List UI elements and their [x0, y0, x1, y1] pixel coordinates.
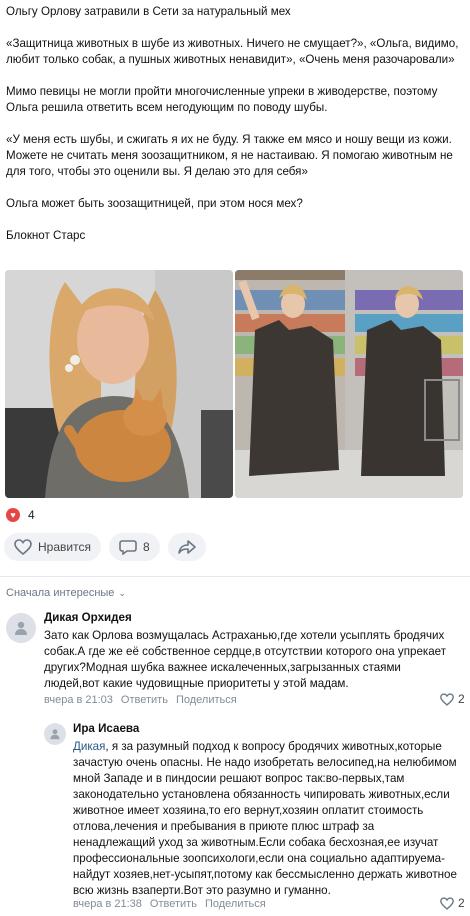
heart-outline-icon [440, 896, 454, 910]
avatar[interactable] [6, 613, 36, 643]
like-button[interactable]: Нравится [4, 533, 101, 561]
heart-outline-icon [440, 692, 454, 706]
comment: Ира Исаева Дикая, я за разумный подход к… [73, 721, 459, 899]
comment-meta: вчера в 21:03 Ответить Поделиться [44, 694, 237, 706]
share-link[interactable]: Поделиться [205, 898, 266, 910]
comment: Дикая Орхидея Зато как Орлова возмущалас… [44, 610, 458, 692]
heart-outline-icon [14, 539, 32, 555]
comments-sort-dropdown[interactable]: Сначала интересные ⌄ [6, 587, 126, 599]
post-paragraph: Мимо певицы не могли пройти многочисленн… [6, 85, 438, 114]
share-link[interactable]: Поделиться [176, 694, 237, 706]
user-icon [15, 621, 27, 635]
comment-meta: вчера в 21:38 Ответить Поделиться [73, 898, 266, 910]
avatar[interactable] [44, 723, 66, 745]
photo-woman-in-fur-coat-illustration [235, 270, 463, 498]
likes-count: 4 [28, 508, 35, 522]
comment-like-button[interactable]: 2 [440, 692, 465, 706]
comment-text: , я за разумный подход к вопросу бродячи… [73, 740, 457, 897]
comments-sort-label: Сначала интересные [6, 587, 115, 599]
reply-link[interactable]: Ответить [121, 694, 168, 706]
comment-author[interactable]: Ира Исаева [73, 721, 459, 737]
post-paragraph: Ольга может быть зоозащитницей, при этом… [6, 197, 303, 210]
post-paragraph: «У меня есть шубы, и сжигать я их не буд… [6, 133, 453, 178]
comment-text-container: Дикая, я за разумный подход к вопросу бр… [73, 739, 459, 899]
photo-woman-in-fur-coat[interactable] [235, 270, 463, 498]
comment-text: Зато как Орлова возмущалась Астраханью,г… [44, 629, 447, 690]
comment-like-button[interactable]: 2 [440, 896, 465, 910]
comments-button[interactable]: 8 [108, 533, 160, 561]
comment-author[interactable]: Дикая Орхидея [44, 610, 458, 626]
post-title: Ольгу Орлову затравили в Сети за натурал… [6, 5, 291, 18]
post-photos [5, 270, 463, 498]
photo-woman-with-cat[interactable] [5, 270, 233, 498]
reply-link[interactable]: Ответить [150, 898, 197, 910]
post-actions: Нравится 8 [4, 533, 206, 561]
post-paragraph: «Защитница животных в шубе из животных. … [6, 37, 459, 66]
share-icon [177, 540, 196, 554]
comment-time[interactable]: вчера в 21:03 [44, 694, 113, 706]
like-label: Нравится [38, 540, 91, 554]
comment-like-count: 2 [458, 896, 465, 910]
comment-like-count: 2 [458, 692, 465, 706]
photo-woman-with-cat-illustration [5, 270, 233, 498]
share-button[interactable] [167, 533, 206, 561]
likes-summary[interactable]: ♥ 4 [6, 508, 35, 522]
heart-icon: ♥ [6, 508, 20, 522]
comment-icon [119, 540, 137, 555]
chevron-down-icon: ⌄ [118, 587, 126, 598]
user-icon [50, 729, 60, 740]
divider [0, 576, 470, 577]
post-text: Ольгу Орлову затравили в Сети за натурал… [6, 4, 464, 260]
comment-time[interactable]: вчера в 21:38 [73, 898, 142, 910]
comments-count: 8 [142, 540, 150, 554]
mention-link[interactable]: Дикая [73, 740, 105, 753]
post-source: Блокнот Старс [6, 229, 86, 242]
